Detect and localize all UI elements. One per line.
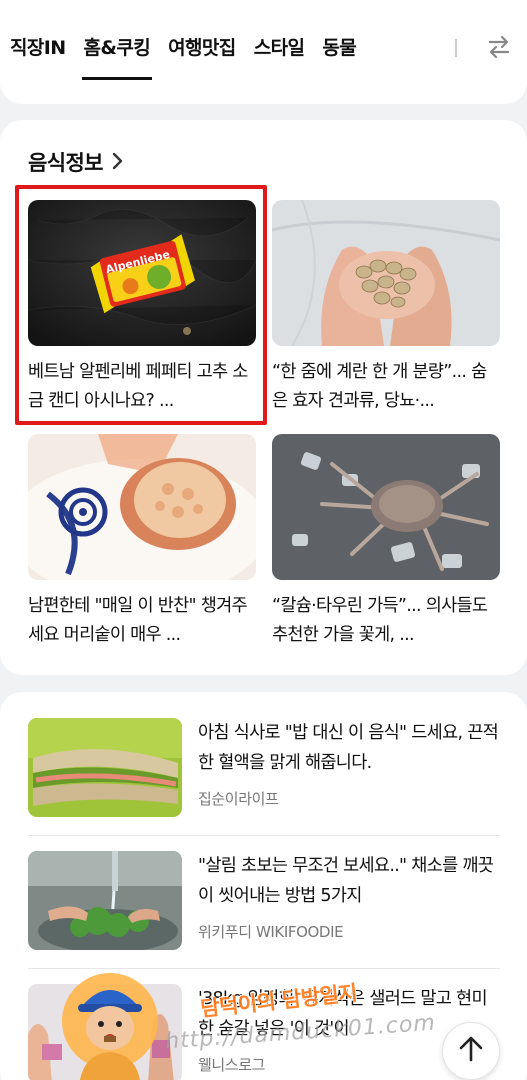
tab-animals[interactable]: 동물 [322, 0, 356, 80]
food-article-caption: “한 줌에 계란 한 개 분량”... 숨은 효자 견과류, 당뇨·... [272, 362, 487, 411]
tab-home-cooking[interactable]: 홈&쿠킹 [81, 0, 152, 80]
list-item-source: 위키푸디 WIKIFOODIE [198, 923, 344, 941]
tab-style[interactable]: 스타일 [254, 0, 305, 80]
list-item-source: 집순이라이프 [198, 790, 279, 808]
food-section-title: 음식정보 [28, 151, 103, 175]
arrow-up-icon [457, 1035, 485, 1067]
previous-card-bottom [0, 80, 527, 104]
list-item-title: "살림 초보는 무조건 보세요.." 채소를 깨끗이 씻어내는 방법 5가지 [198, 856, 494, 906]
pistachio-thumbnail [272, 200, 500, 346]
mascot-sticker [60, 966, 160, 1080]
highlight-annotation [15, 185, 267, 425]
sandwich-thumbnail [28, 718, 182, 817]
category-tabs: 직장IN 홈&쿠킹 여행맛집 스타일 동물 [0, 0, 455, 80]
tab-travel-food[interactable]: 여행맛집 [168, 0, 236, 80]
category-tab-bar: 직장IN 홈&쿠킹 여행맛집 스타일 동물 [0, 0, 527, 80]
food-article-2[interactable]: “한 줌에 계란 한 개 분량”... 숨은 효자 견과류, 당뇨·... [272, 200, 500, 416]
food-article-3[interactable]: 남편한테 "매일 이 반찬" 챙겨주세요 머리숱이 매우 ... [28, 434, 256, 650]
tab-divider [455, 39, 457, 57]
swap-arrows-icon [486, 34, 512, 64]
food-section-header[interactable]: 음식정보 [28, 147, 125, 177]
list-item[interactable]: 아침 식사로 "밥 대신 이 음식" 드세요, 끈적한 혈액을 맑게 해줍니다.… [28, 718, 500, 818]
crab-thumbnail [272, 434, 500, 580]
list-item-text: 아침 식사로 "밥 대신 이 음식" 드세요, 끈적한 혈액을 맑게 해줍니다.… [198, 718, 498, 809]
vegetable-wash-thumbnail [28, 851, 182, 950]
list-item[interactable]: "살림 초보는 무조건 보세요.." 채소를 깨끗이 씻어내는 방법 5가지 위… [28, 851, 500, 951]
food-article-caption: 남편한테 "매일 이 반찬" 챙겨주세요 머리숱이 매우 ... [28, 596, 248, 645]
food-article-caption: “칼슘·타우린 가득”... 의사들도 추천한 가을 꽃게, ... [272, 596, 488, 645]
list-item-title: 아침 식사로 "밥 대신 이 음식" 드세요, 끈적한 혈액을 맑게 해줍니다. [198, 723, 498, 773]
side-dish-thumbnail [28, 434, 256, 580]
edit-tabs-button[interactable] [471, 0, 527, 80]
scroll-to-top-button[interactable] [442, 1022, 500, 1080]
food-article-4[interactable]: “칼슘·타우린 가득”... 의사들도 추천한 가을 꽃게, ... [272, 434, 500, 650]
list-item-text: "살림 초보는 무조건 보세요.." 채소를 깨끗이 씻어내는 방법 5가지 위… [198, 851, 498, 942]
list-divider [28, 835, 500, 836]
chevron-right-icon [103, 150, 125, 175]
tab-jikjang-in[interactable]: 직장IN [10, 0, 66, 80]
